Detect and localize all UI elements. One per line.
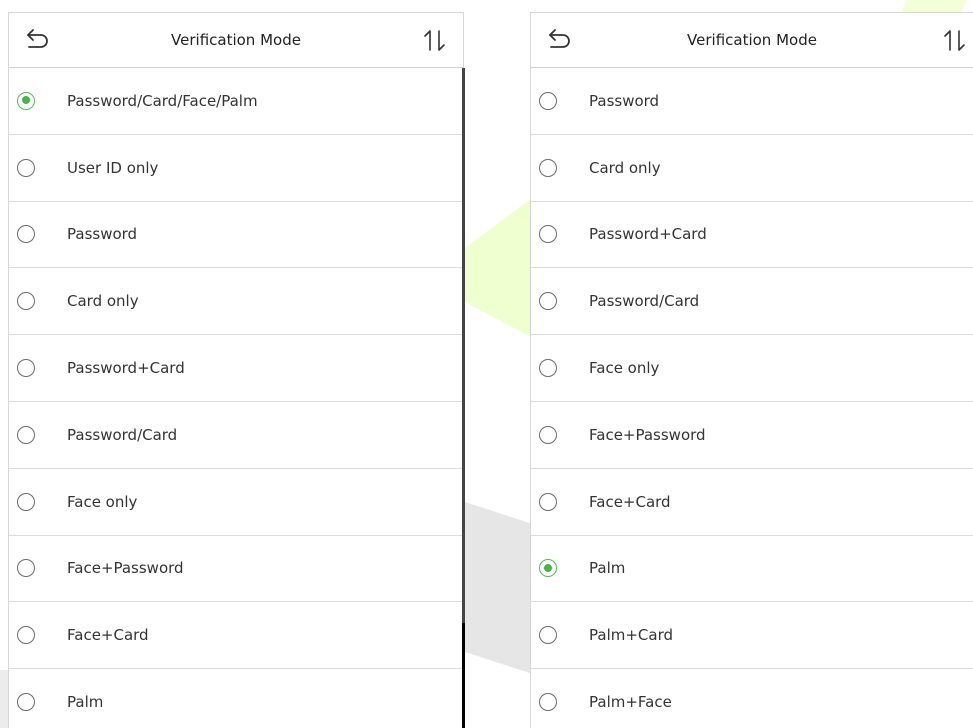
list-item-label: Face+Card [589,492,671,511]
radio-unselected-icon[interactable] [539,359,557,378]
radio-unselected-icon[interactable] [17,425,35,444]
list-item[interactable]: Face only [531,335,973,402]
radio-unselected-icon[interactable] [17,359,35,378]
header-bar: Verification Mode [531,13,973,68]
list-item-label: Card only [67,292,139,311]
verification-mode-list: Password Card only Password+Card Password/C… [531,68,973,728]
radio-unselected-icon[interactable] [539,225,557,244]
list-item[interactable]: Password+Card [9,335,463,402]
page-title: Verification Mode [171,31,301,49]
list-item[interactable]: Palm+Card [531,602,973,670]
radio-unselected-icon[interactable] [17,292,35,311]
list-item-label: Face+Password [589,425,706,444]
list-item-label: Password+Card [589,225,707,244]
radio-unselected-icon[interactable] [539,425,557,444]
list-item[interactable]: Face+Card [531,469,973,536]
radio-unselected-icon[interactable] [17,693,35,712]
list-item-label: Password/Card [589,292,700,311]
list-item-label: Password/Card [67,425,178,444]
list-item-label: User ID only [67,158,159,177]
radio-unselected-icon[interactable] [539,158,557,177]
list-item[interactable]: Face+Password [531,402,973,469]
sort-arrows-icon[interactable] [421,27,449,55]
list-item-label: Palm [67,693,104,712]
list-item[interactable]: Card only [9,268,463,336]
list-item[interactable]: Password+Card [531,202,973,269]
radio-unselected-icon[interactable] [17,492,35,511]
radio-selected-icon[interactable] [17,91,35,110]
list-item-label: Face+Password [67,559,184,578]
list-item-label: Password/Card/Face/Palm [67,91,258,110]
radio-unselected-icon[interactable] [539,492,557,511]
list-item[interactable]: Face+Card [9,602,463,670]
radio-unselected-icon[interactable] [539,91,557,110]
list-item[interactable]: Palm [9,669,463,728]
list-item[interactable]: Password/Card/Face/Palm [9,68,463,135]
right-screen: Verification Mode Password Card only Passw… [530,12,973,728]
back-arrow-icon[interactable] [547,27,573,53]
list-item-label: Face only [589,359,660,378]
list-item[interactable]: User ID only [9,135,463,202]
verification-mode-list: Password/Card/Face/Palm User ID only Passw… [9,68,463,728]
list-item[interactable]: Palm [531,536,973,603]
left-screen: Verification Mode Password/Card/Face/Pal… [8,12,465,728]
list-item-label: Palm+Card [589,626,674,645]
list-item[interactable]: Face+Password [9,536,463,603]
radio-unselected-icon[interactable] [17,626,35,645]
list-item-label: Password [67,225,138,244]
list-item[interactable]: Card only [531,135,973,202]
radio-unselected-icon[interactable] [539,626,557,645]
list-item[interactable]: Password [9,202,463,269]
radio-unselected-icon[interactable] [17,225,35,244]
list-item[interactable]: Password/Card [531,268,973,336]
list-item-label: Face+Card [67,626,149,645]
back-arrow-icon[interactable] [25,27,51,53]
list-item[interactable]: Password/Card [9,402,463,469]
radio-unselected-icon[interactable] [17,158,35,177]
list-item-label: Card only [589,158,661,177]
radio-unselected-icon[interactable] [539,693,557,712]
scrollbar-thumb[interactable] [462,623,465,728]
page-title: Verification Mode [687,31,817,49]
list-item[interactable]: Face only [9,469,463,536]
radio-unselected-icon[interactable] [17,559,35,578]
scrollbar-track[interactable] [462,68,465,728]
list-item-label: Face only [67,492,138,511]
radio-unselected-icon[interactable] [539,292,557,311]
list-item-label: Password [589,91,660,110]
list-item-label: Palm+Face [589,693,672,712]
list-item[interactable]: Palm+Face [531,669,973,728]
header-bar: Verification Mode [9,13,463,68]
list-item-label: Password+Card [67,359,185,378]
list-item-label: Palm [589,559,626,578]
radio-selected-icon[interactable] [539,559,557,578]
sort-arrows-icon[interactable] [941,27,969,55]
list-item[interactable]: Password [531,68,973,135]
